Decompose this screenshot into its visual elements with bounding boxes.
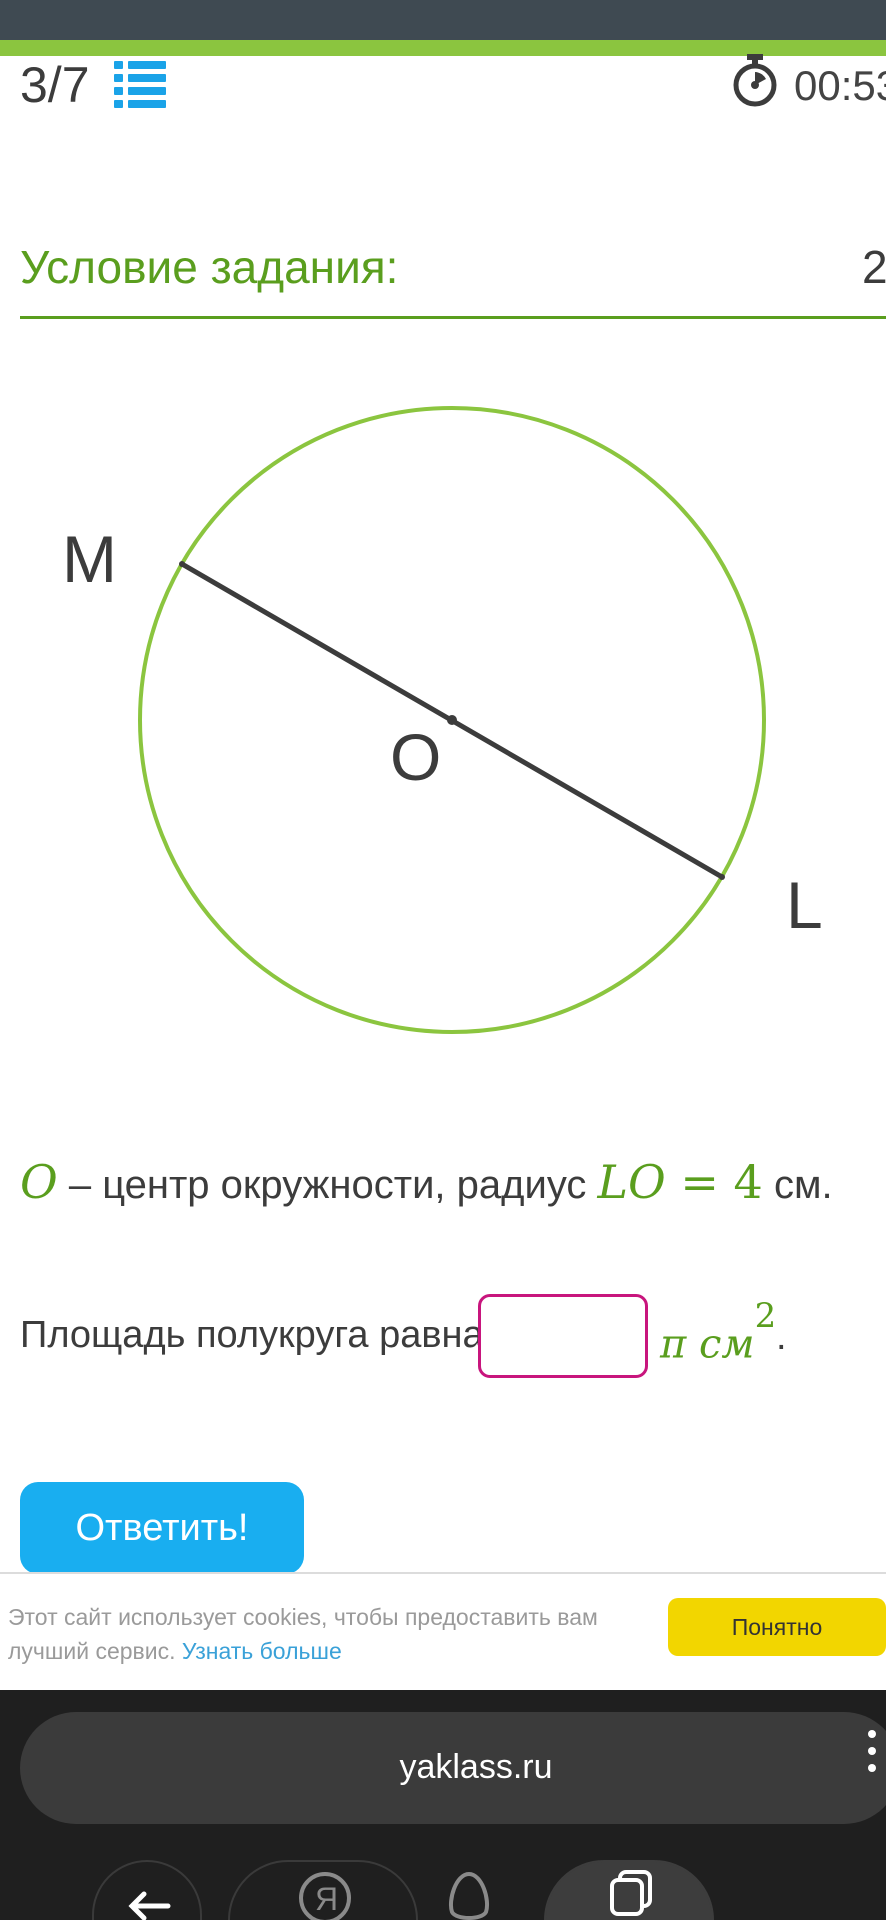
back-button[interactable] <box>92 1860 202 1920</box>
label-o: O <box>390 720 441 794</box>
section-title: Условие задания: <box>20 241 399 293</box>
question-end-dot: . <box>776 1316 787 1358</box>
cookie-banner: Этот сайт использует cookies, чтобы пред… <box>0 1572 886 1692</box>
yandex-icon: Я <box>299 1872 351 1920</box>
pi-symbol: π <box>660 1321 687 1368</box>
yandex-button[interactable]: Я <box>228 1860 418 1920</box>
learn-more-link[interactable]: Узнать больше <box>182 1638 342 1664</box>
circle-diagram: M O L <box>62 406 823 1034</box>
list-icon[interactable] <box>114 60 166 108</box>
radius-unit: см. <box>762 1163 833 1207</box>
browser-bottom-bar: yaklass.ru Я <box>0 1690 886 1920</box>
point-l-dot <box>719 874 725 880</box>
url-text: yaklass.ru <box>399 1748 553 1786</box>
tabs-button[interactable] <box>544 1860 714 1920</box>
statement-text: – центр окружности, радиус <box>57 1163 598 1207</box>
stopwatch-icon <box>733 54 777 107</box>
section-divider <box>20 316 886 319</box>
question-text: Площадь полукруга равна <box>20 1314 484 1356</box>
top-status-strip <box>0 0 886 40</box>
cookie-text: Этот сайт использует cookies, чтобы пред… <box>8 1600 628 1668</box>
unit-cm: см <box>686 1321 755 1368</box>
question-row: Площадь полукруга равна π см2 . <box>20 1294 886 1384</box>
label-m: M <box>62 522 117 596</box>
label-l: L <box>786 868 823 942</box>
cookie-accept-button[interactable]: Понятно <box>668 1598 886 1656</box>
var-o: O <box>20 1155 58 1209</box>
radius-value: 4 <box>733 1155 763 1209</box>
equals-sign: = <box>665 1155 734 1209</box>
task-points: 2 <box>862 241 886 293</box>
question-progress: 3/7 <box>20 57 90 113</box>
answer-input[interactable] <box>478 1294 648 1378</box>
submit-answer-button[interactable]: Ответить! <box>20 1482 304 1574</box>
address-bar[interactable]: yaklass.ru <box>20 1712 886 1824</box>
svg-text:Я: Я <box>315 1881 338 1917</box>
var-lo: LO <box>597 1155 666 1209</box>
alice-icon <box>449 1871 489 1920</box>
timer-value: 00:53 <box>794 62 886 109</box>
center-dot <box>447 715 457 725</box>
tabs-icon <box>610 1870 652 1916</box>
problem-statement: O – центр окружности, радиус LO = 4 см. <box>20 1155 833 1209</box>
back-arrow-icon <box>128 1891 171 1920</box>
more-menu-icon[interactable] <box>866 1728 878 1774</box>
point-m-dot <box>179 561 185 567</box>
answer-unit: π см2 <box>660 1296 776 1368</box>
unit-exponent: 2 <box>754 1296 777 1336</box>
